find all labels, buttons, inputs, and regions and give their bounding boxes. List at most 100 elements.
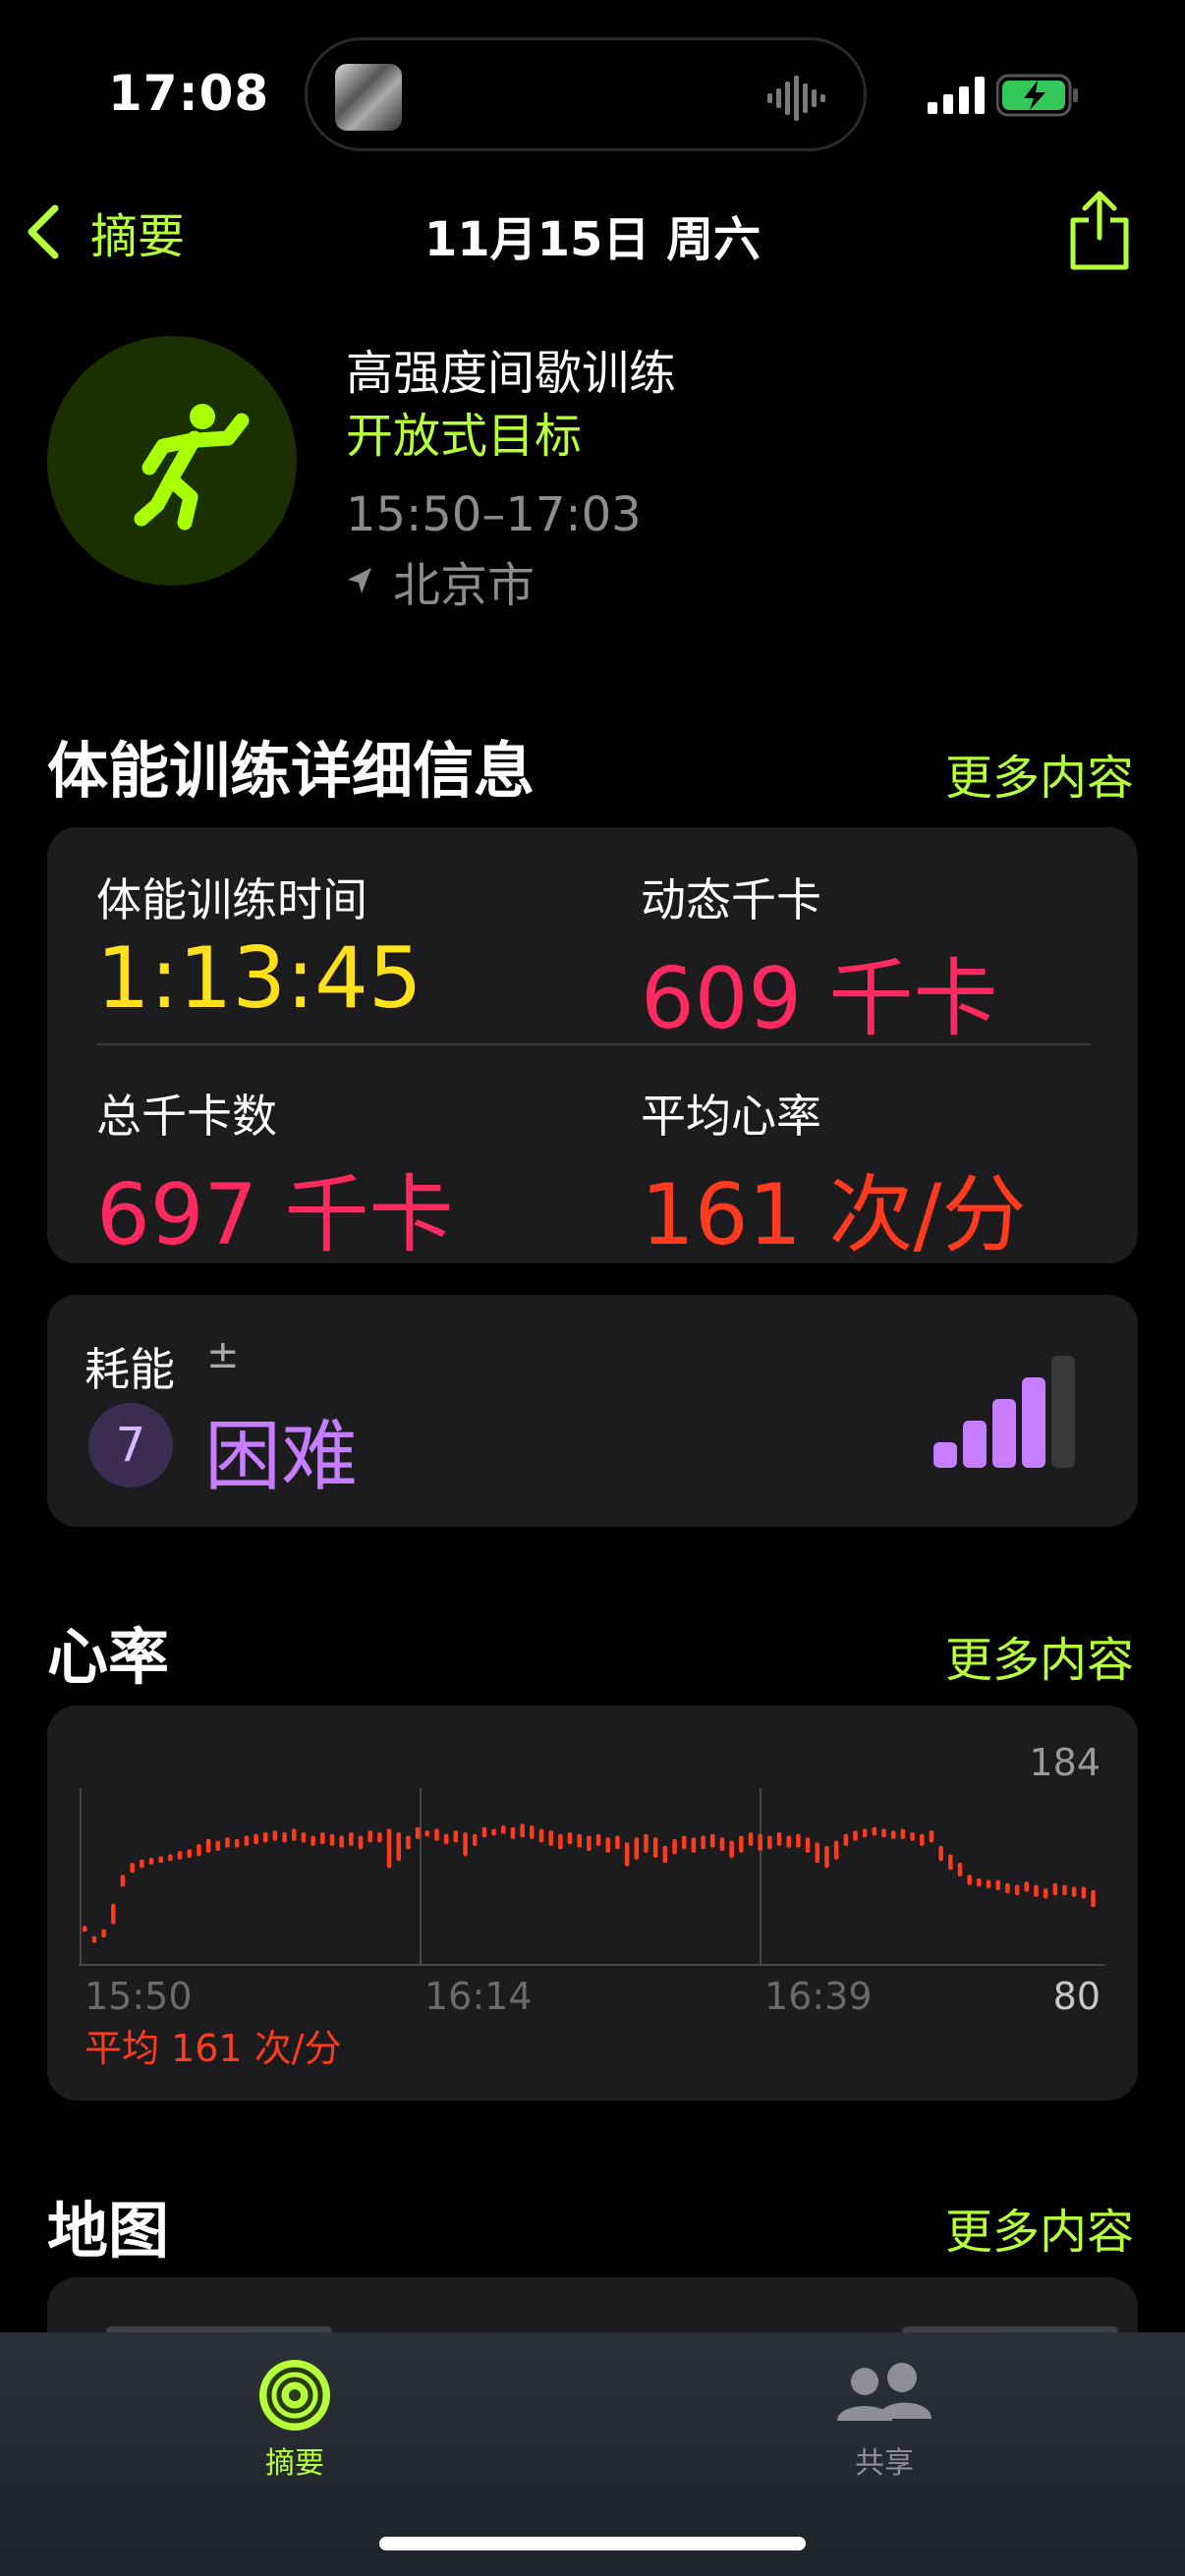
hr-bar [567, 1832, 573, 1845]
hr-bar [254, 1833, 258, 1845]
share-icon[interactable] [1067, 189, 1132, 273]
hr-bar [900, 1828, 906, 1839]
hr-bar [1014, 1884, 1020, 1896]
hr-bar [453, 1830, 459, 1843]
hr-bar [548, 1830, 553, 1846]
metric-label: 总千卡数 [96, 1090, 277, 1143]
tab-summary[interactable]: 摘要 [197, 2358, 393, 2482]
tab-sharing[interactable]: 共享 [786, 2358, 983, 2482]
hr-bar [824, 1845, 829, 1869]
hr-bar [472, 1833, 478, 1846]
metric-duration: 体能训练时间 1:13:45 [96, 865, 423, 1028]
hr-bar [719, 1837, 725, 1852]
hr-bar [177, 1851, 183, 1860]
details-more-link[interactable]: 更多内容 [945, 739, 1134, 808]
hr-bar [320, 1832, 325, 1845]
effort-bar [992, 1399, 1016, 1468]
metric-value: 161 次/分 [641, 1166, 1027, 1264]
hr-bar [805, 1837, 811, 1853]
hr-bar [920, 1833, 925, 1846]
hr-bar [491, 1828, 496, 1836]
hr-bar [872, 1826, 877, 1836]
people-icon [837, 2363, 931, 2421]
hr-bar [776, 1832, 782, 1846]
heart-rate-chart [79, 1788, 1104, 1966]
hr-axis-max: 184 [1029, 1741, 1100, 1784]
hr-bar [386, 1828, 392, 1869]
hr-bar [662, 1845, 668, 1864]
hr-bar [910, 1832, 915, 1841]
hr-bar [396, 1832, 402, 1862]
hr-bar [605, 1837, 611, 1853]
hr-bar [986, 1879, 991, 1889]
effort-bar [933, 1442, 957, 1468]
now-playing-artwork [335, 64, 402, 131]
hr-bar [262, 1832, 268, 1843]
hr-bar [853, 1830, 858, 1841]
hr-x-tick: 16:14 [424, 1975, 533, 2018]
hr-bar [1071, 1886, 1077, 1897]
hr-bar [140, 1859, 144, 1869]
effort-label: 耗能 [85, 1343, 175, 1396]
hr-x-tick: 15:50 [85, 1975, 193, 2018]
hr-bar [282, 1832, 287, 1843]
heart-more-link[interactable]: 更多内容 [945, 1621, 1134, 1690]
hr-bar [767, 1835, 772, 1850]
page-title: 11月15日 周六 [423, 212, 762, 267]
hr-bar [329, 1833, 335, 1846]
hr-bar [701, 1835, 705, 1850]
hr-bar [758, 1833, 762, 1852]
hr-bar [833, 1840, 839, 1860]
metrics-divider [96, 1043, 1091, 1045]
hr-bar [1052, 1882, 1058, 1896]
hr-bar [349, 1832, 354, 1846]
hr-bar [158, 1856, 163, 1864]
metric-label: 动态千卡 [641, 873, 821, 926]
hr-bar [748, 1832, 754, 1846]
hr-bar [595, 1833, 601, 1846]
effort-bar [1051, 1356, 1075, 1468]
metric-active-calories: 动态千卡 609 千卡 [641, 865, 997, 1052]
map-more-link[interactable]: 更多内容 [945, 2193, 1134, 2262]
effort-rating-text: 困难 [204, 1413, 359, 1501]
hr-bar [739, 1835, 744, 1853]
tab-label: 共享 [855, 2446, 914, 2481]
hr-average-text: 平均 161 次/分 [85, 2027, 342, 2070]
hr-bar [101, 1929, 106, 1938]
hr-bar [929, 1830, 934, 1843]
location-text: 北京市 [393, 558, 536, 613]
hr-bar [995, 1879, 1000, 1890]
hiit-workout-icon [47, 336, 297, 586]
hr-bar [634, 1837, 640, 1860]
back-button[interactable]: 摘要 [22, 193, 198, 271]
hr-bar [1024, 1881, 1030, 1892]
effort-adjust-icon[interactable]: ± [206, 1332, 240, 1377]
hr-bar [890, 1830, 896, 1839]
tab-label: 摘要 [265, 2446, 324, 2481]
hr-bar [187, 1849, 193, 1858]
hr-bar [967, 1875, 972, 1885]
hr-bar [938, 1845, 943, 1862]
hr-bar [652, 1837, 658, 1858]
heart-section-title: 心率 [47, 1621, 170, 1693]
hr-bar [672, 1838, 677, 1855]
home-indicator[interactable] [379, 2537, 806, 2550]
hr-bar [615, 1835, 620, 1850]
metric-value: 1:13:45 [96, 929, 423, 1028]
effort-bar [963, 1421, 987, 1468]
hr-bar [406, 1835, 411, 1850]
workout-location: 北京市 [346, 546, 535, 615]
dynamic-island[interactable] [305, 37, 867, 151]
hr-bar [130, 1863, 135, 1874]
location-arrow-icon [348, 568, 371, 593]
hr-bar [301, 1832, 307, 1843]
hr-bar [463, 1832, 468, 1857]
hr-bar [796, 1833, 801, 1848]
battery-charging-icon [996, 74, 1078, 117]
hr-bar [205, 1838, 211, 1853]
hr-bar [1034, 1884, 1039, 1897]
hr-bar [948, 1854, 953, 1871]
hr-bar [215, 1840, 221, 1852]
hr-bar [424, 1830, 430, 1837]
metric-value: 697 千卡 [96, 1166, 454, 1264]
